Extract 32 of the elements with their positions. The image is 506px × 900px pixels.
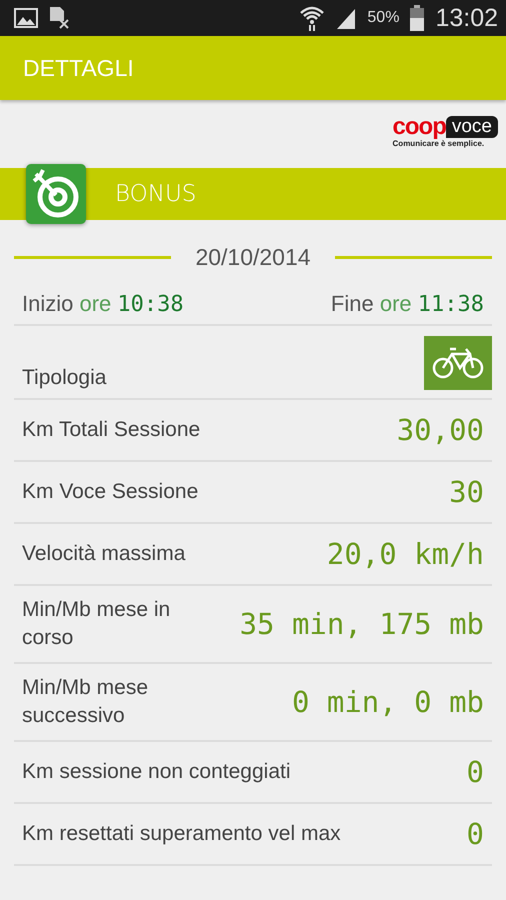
row-label: Km sessione non conteggiati bbox=[22, 759, 290, 785]
row-value: 35 min, 175 mb bbox=[240, 607, 484, 641]
row-label: Tipologia bbox=[22, 365, 106, 391]
row-label: Km Totali Sessione bbox=[22, 417, 200, 443]
row-label: Km Voce Sessione bbox=[22, 479, 198, 505]
target-icon bbox=[26, 164, 86, 224]
row-value: 0 min, 0 mb bbox=[292, 685, 484, 719]
session-time: Inizio ore 10:38 bbox=[22, 290, 184, 316]
gallery-icon bbox=[14, 8, 38, 28]
row-value: 0 bbox=[466, 817, 484, 851]
row-value: 30,00 bbox=[396, 413, 484, 447]
sim-card-icon bbox=[48, 6, 70, 30]
screen-title: DETTAGLI bbox=[23, 54, 134, 82]
battery-icon bbox=[409, 5, 426, 31]
section-title: BONUS bbox=[115, 181, 196, 207]
row-label: Km resettati superamento vel max bbox=[22, 821, 341, 847]
session-date: 20/10/2014 bbox=[195, 244, 311, 271]
bicycle-icon bbox=[424, 336, 492, 390]
row-value: 0 bbox=[466, 755, 484, 789]
signal-icon bbox=[335, 7, 358, 29]
brand-tagline: Comunicare è semplice. bbox=[392, 138, 484, 148]
row-value: 20,0 km/h bbox=[326, 537, 484, 571]
session-time: Fine ore 11:38 bbox=[330, 290, 484, 316]
row-label: Min/Mb mese in corso bbox=[22, 597, 172, 651]
brand-logo-text: coop bbox=[392, 114, 446, 138]
clock: 13:02 bbox=[435, 4, 498, 32]
row-label: Velocità massima bbox=[22, 541, 186, 567]
row-value: 30 bbox=[449, 475, 484, 509]
wifi-icon bbox=[299, 5, 326, 31]
brand-logo-label: voce bbox=[446, 116, 498, 138]
battery-percent: 50% bbox=[367, 9, 400, 27]
row-label: Min/Mb mese successivo bbox=[22, 675, 150, 729]
